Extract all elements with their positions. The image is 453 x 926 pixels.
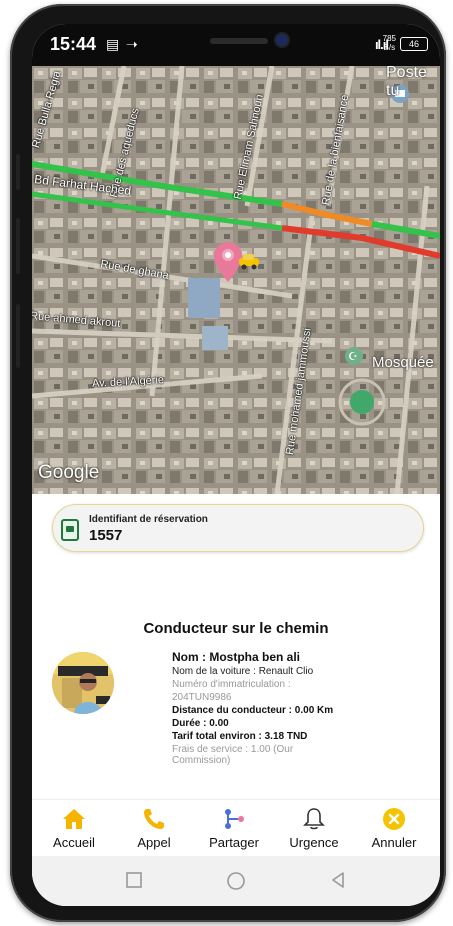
nav-urgence[interactable]: Urgence xyxy=(278,800,350,852)
driver-name: Nom : Mostpha ben ali xyxy=(172,650,301,664)
service-fee: Frais de service : 1.00 (Our Commission) xyxy=(172,744,294,766)
svg-text:☪: ☪ xyxy=(348,350,358,363)
map-label-poste: Poste tu xyxy=(386,66,427,99)
network-speed-value: 785 xyxy=(382,34,396,43)
nav-appel-label: Appel xyxy=(137,835,171,850)
message-notification-icon: ▤ xyxy=(106,36,120,52)
nav-partager-label: Partager xyxy=(209,835,259,850)
driver-section-title: Conducteur sur le chemin xyxy=(143,620,329,637)
phone-side-button xyxy=(16,154,20,190)
map-view[interactable]: ☪ Poste tu Rue Bulla Regia Rue des aqued… xyxy=(32,66,440,494)
share-icon xyxy=(225,809,244,829)
nav-accueil-label: Accueil xyxy=(53,835,95,850)
driver-info: Nom : Mostpha ben ali Nom de la voiture … xyxy=(172,650,402,768)
network-speed-unit: B/s xyxy=(383,43,396,52)
phone-screen: 15:44 ▤ ➝ ıl.ıl 785 B/s 46 ☪ Poste tu Ru… xyxy=(32,24,440,906)
bell-icon xyxy=(303,808,325,830)
nav-annuler[interactable]: Annuler xyxy=(358,800,430,852)
taxi-car-icon xyxy=(239,254,259,270)
nav-partager[interactable]: Partager xyxy=(198,800,270,852)
phone-side-button xyxy=(16,218,20,274)
nav-urgence-label: Urgence xyxy=(289,835,339,850)
battery-icon: 46 xyxy=(400,37,428,51)
reservation-id-card: Identifiant de réservation 1557 xyxy=(52,504,424,552)
cancel-icon xyxy=(383,808,405,830)
speaker-grille xyxy=(210,38,268,44)
trip-duration: Durée : 0.00 xyxy=(172,718,229,729)
nav-annuler-label: Annuler xyxy=(371,835,417,850)
map-label-mosque: Mosquée xyxy=(372,354,434,371)
home-button[interactable] xyxy=(225,870,247,892)
reservation-label: Identifiant de réservation xyxy=(89,514,208,525)
phone-icon xyxy=(144,809,164,829)
status-time: 15:44 xyxy=(50,34,97,54)
home-icon xyxy=(63,809,85,829)
driver-avatar xyxy=(52,652,114,714)
car-name: Nom de la voiture : Renault Clio xyxy=(172,666,314,677)
reservation-icon xyxy=(61,519,79,541)
reservation-id-value: 1557 xyxy=(89,527,123,544)
nav-appel[interactable]: Appel xyxy=(118,800,190,852)
recent-apps-button[interactable] xyxy=(124,870,144,890)
bottom-navigation: Accueil Appel Partager Urgence Annuler xyxy=(32,799,440,855)
phone-side-button xyxy=(16,304,20,368)
total-fare: Tarif total environ : 3.18 TND xyxy=(172,731,308,742)
accessibility-icon: ➝ xyxy=(126,36,138,52)
status-bar: 15:44 ▤ ➝ ıl.ıl 785 B/s 46 xyxy=(32,24,440,66)
google-logo: Google xyxy=(38,462,100,483)
plate-label: Numéro d'immatriculation : xyxy=(172,679,291,690)
network-speed: 785 B/s xyxy=(383,34,396,52)
plate-number: 204TUN9986 xyxy=(172,692,232,703)
system-navigation-bar xyxy=(32,856,440,906)
booking-panel: Identifiant de réservation 1557 Conducte… xyxy=(32,494,440,794)
driver-distance: Distance du conducteur : 0.00 Km xyxy=(172,705,334,716)
nav-accueil[interactable]: Accueil xyxy=(38,800,110,852)
back-button[interactable] xyxy=(328,870,348,890)
front-camera xyxy=(276,34,288,46)
